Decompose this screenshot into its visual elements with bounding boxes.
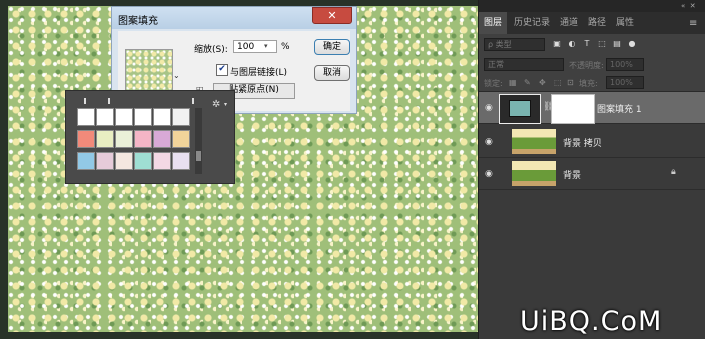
picker-resize-handle[interactable] (80, 98, 200, 104)
lock-artboard-icon[interactable]: ⬚ (554, 78, 562, 87)
picker-scrollbar[interactable] (195, 108, 202, 174)
pattern-swatch[interactable] (134, 152, 152, 170)
smart-object-filter-icon[interactable]: ▤ (612, 39, 622, 49)
pattern-swatch[interactable] (153, 108, 171, 126)
lock-pixels-icon[interactable]: ✎ (524, 78, 531, 87)
filter-row: ρ 类型 ▣ ◐ T ⬚ ▤ ● (479, 34, 705, 56)
collapse-arrows-icon[interactable]: « ✕ (681, 2, 696, 10)
layer-row-background[interactable]: ◉ 背景 🔒︎ (479, 158, 705, 190)
pattern-swatch[interactable] (134, 108, 152, 126)
pattern-swatch[interactable] (77, 152, 95, 170)
pattern-swatch[interactable] (172, 152, 190, 170)
scrollbar-thumb[interactable] (196, 151, 201, 161)
tab-paths[interactable]: 路径 (583, 12, 611, 34)
dialog-titlebar[interactable]: 图案填充 ✕ (112, 7, 356, 29)
pattern-swatch[interactable] (115, 130, 133, 148)
lock-row: 锁定: ▦ ✎ ✥ ⬚ ⊡ 填充: 100% (479, 74, 705, 92)
pattern-swatch[interactable] (115, 108, 133, 126)
pattern-swatch[interactable] (115, 152, 133, 170)
shape-filter-icon[interactable]: ⬚ (597, 39, 607, 49)
pattern-swatch[interactable] (172, 130, 190, 148)
site-watermark: UiBQ.CoM (520, 306, 663, 337)
tab-properties[interactable]: 属性 (611, 12, 639, 34)
fill-label: 填充: (579, 79, 598, 88)
eye-icon[interactable]: ◉ (485, 169, 493, 179)
blend-mode-select[interactable]: 正常 (484, 58, 564, 71)
blend-row: 正常 不透明度: 100% (479, 56, 705, 74)
lock-icon: 🔒︎ (671, 167, 676, 177)
chevron-down-icon[interactable]: ▾ (264, 42, 268, 50)
layer-row-pattern-fill[interactable]: ◉ ⛓ 图案填充 1 (479, 92, 705, 124)
pixel-filter-icon[interactable]: ▣ (552, 39, 562, 49)
gear-icon[interactable]: ✲ (212, 99, 220, 110)
picker-tick (84, 98, 86, 104)
cancel-button[interactable]: 取消 (314, 65, 350, 81)
eye-icon[interactable]: ◉ (485, 103, 493, 113)
pattern-swatch[interactable] (77, 108, 95, 126)
layer-mask-thumbnail[interactable] (551, 94, 595, 124)
type-filter-icon[interactable]: T (582, 39, 592, 49)
scale-unit: % (281, 42, 290, 52)
pattern-swatch[interactable] (96, 130, 114, 148)
pattern-swatch[interactable] (96, 108, 114, 126)
chevron-down-icon[interactable]: ▾ (224, 101, 227, 108)
filter-toggle-icon[interactable]: ● (627, 39, 637, 49)
pattern-swatch[interactable] (96, 152, 114, 170)
tab-history[interactable]: 历史记录 (509, 12, 555, 34)
layer-name[interactable]: 背景 拷贝 (563, 136, 602, 149)
adjustment-filter-icon[interactable]: ◐ (567, 39, 577, 49)
layer-name[interactable]: 背景 (563, 168, 581, 181)
layer-thumbnail[interactable] (512, 129, 556, 154)
chevron-down-icon[interactable]: ⌄ (173, 71, 181, 87)
link-with-layer-label: 与图层链接(L) (230, 68, 288, 78)
pattern-fill-icon (509, 100, 531, 117)
pattern-swatch[interactable] (77, 130, 95, 148)
pattern-picker-popup: ✲ ▾ (65, 90, 235, 184)
lock-label: 锁定: (484, 79, 503, 88)
lock-all-icon[interactable]: ⊡ (567, 78, 574, 87)
panel-topbar: « ✕ (479, 0, 705, 12)
panel-tabs: 图层 历史记录 通道 路径 属性 (479, 12, 705, 34)
tab-layers[interactable]: 图层 (479, 12, 508, 34)
dialog-title: 图案填充 (118, 16, 158, 27)
layer-name[interactable]: 图案填充 1 (597, 102, 642, 115)
lock-position-icon[interactable]: ✥ (539, 78, 546, 87)
close-button[interactable]: ✕ (312, 7, 352, 24)
scale-input[interactable]: 100 (233, 40, 277, 53)
picker-tick (192, 98, 194, 104)
panel-menu-icon[interactable]: ≡ (689, 18, 697, 29)
layers-panel: « ✕ 图层 历史记录 通道 路径 属性 ≡ ρ 类型 ▣ ◐ T ⬚ ▤ ● … (478, 0, 705, 339)
opacity-label: 不透明度: (569, 61, 604, 70)
layer-thumbnail[interactable] (499, 94, 541, 124)
tab-channels[interactable]: 通道 (555, 12, 583, 34)
pattern-swatch[interactable] (153, 130, 171, 148)
pattern-swatch[interactable] (134, 130, 152, 148)
picker-tick (108, 98, 110, 104)
opacity-input[interactable]: 100% (606, 58, 644, 71)
scale-label: 缩放(S): (194, 45, 228, 55)
layer-row-background-copy[interactable]: ◉ 背景 拷贝 (479, 126, 705, 158)
lock-transparent-icon[interactable]: ▦ (509, 78, 517, 87)
pattern-swatch[interactable] (172, 108, 190, 126)
pattern-swatch[interactable] (153, 152, 171, 170)
pattern-swatch-grid (77, 108, 193, 174)
layer-thumbnail[interactable] (512, 161, 556, 186)
link-with-layer-checkbox[interactable]: ✔ (216, 64, 228, 76)
eye-icon[interactable]: ◉ (485, 137, 493, 147)
layer-kind-select[interactable]: ρ 类型 (484, 38, 545, 51)
ok-button[interactable]: 确定 (314, 39, 350, 55)
fill-input[interactable]: 100% (606, 76, 644, 89)
